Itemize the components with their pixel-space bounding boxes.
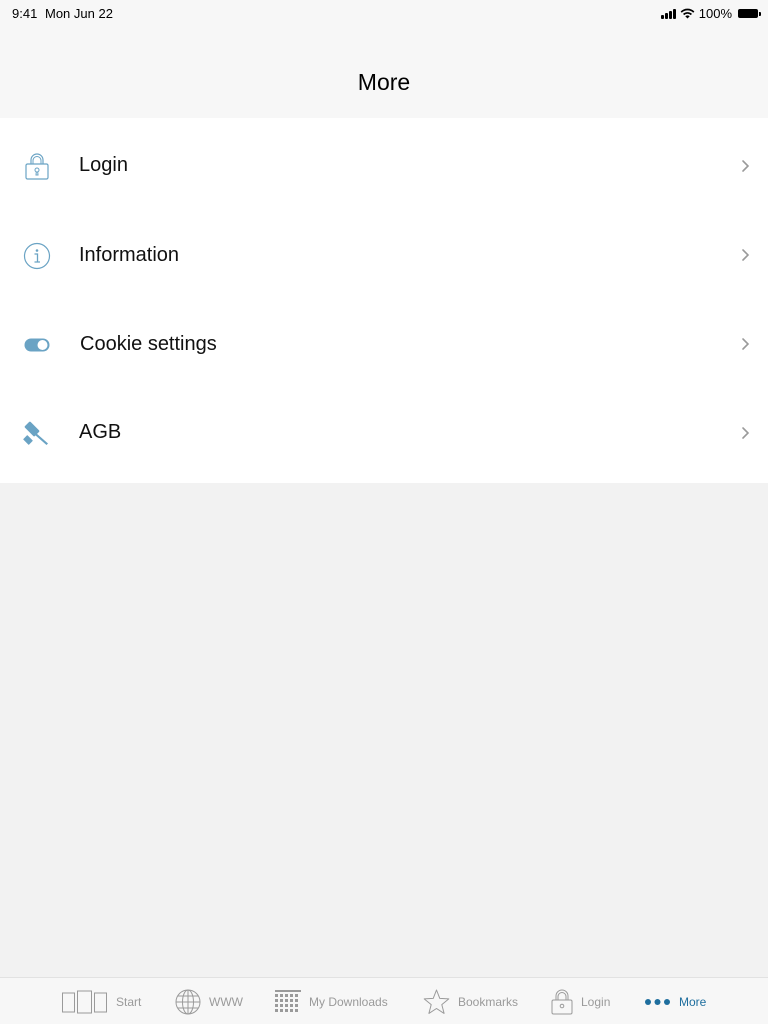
battery-icon (738, 9, 761, 18)
lock-icon (22, 151, 52, 181)
pages-icon (62, 990, 107, 1013)
toggle-icon (22, 330, 52, 360)
tab-label: More (679, 994, 707, 1009)
tab-www[interactable]: WWW (175, 978, 243, 1024)
status-date: Mon Jun 22 (45, 6, 113, 21)
menu-item-label: AGB (79, 421, 122, 443)
cellular-signal-icon (660, 8, 676, 19)
tab-label: Login (581, 994, 611, 1009)
status-time: 9:41 (12, 6, 38, 21)
tab-label: WWW (209, 994, 243, 1009)
menu-item-label: Login (79, 154, 128, 176)
status-indicators: 100% (660, 6, 761, 21)
chevron-right-icon (742, 338, 750, 350)
lock-icon (551, 989, 573, 1014)
menu-item-label: Cookie settings (80, 333, 217, 355)
tab-start[interactable]: Start (62, 978, 141, 1024)
menu-item-information[interactable]: Information (0, 210, 768, 299)
star-icon (423, 989, 450, 1014)
more-dots-icon (645, 998, 670, 1005)
tab-bar: Start WWW My Downloads Bookmarks Login M… (0, 977, 768, 1024)
more-screen: 9:41 Mon Jun 22 100% More Login Informat… (0, 0, 768, 1024)
more-menu-list: Login Information Cookie settings AGB (0, 118, 768, 483)
globe-icon (175, 989, 201, 1014)
tab-login[interactable]: Login (551, 978, 610, 1024)
grid-icon (275, 989, 301, 1012)
tab-label: Bookmarks (458, 994, 519, 1009)
menu-item-cookie-settings[interactable]: Cookie settings (0, 299, 768, 388)
menu-item-label: Information (79, 244, 180, 266)
tab-label: Start (116, 994, 142, 1009)
gavel-icon (22, 417, 52, 447)
status-bar: 9:41 Mon Jun 22 100% (0, 0, 768, 28)
navigation-header: More (0, 28, 768, 118)
tab-bookmarks[interactable]: Bookmarks (423, 978, 518, 1024)
wifi-icon (680, 8, 695, 19)
tab-more[interactable]: More (644, 978, 706, 1024)
info-icon (22, 241, 52, 271)
battery-percentage: 100% (698, 6, 732, 21)
chevron-right-icon (742, 249, 750, 261)
tab-my-downloads[interactable]: My Downloads (275, 978, 388, 1024)
chevron-right-icon (742, 160, 750, 172)
chevron-right-icon (742, 427, 750, 439)
tab-label: My Downloads (309, 994, 388, 1009)
menu-item-login[interactable]: Login (0, 121, 768, 210)
page-title: More (357, 69, 411, 95)
menu-item-agb[interactable]: AGB (0, 388, 768, 477)
